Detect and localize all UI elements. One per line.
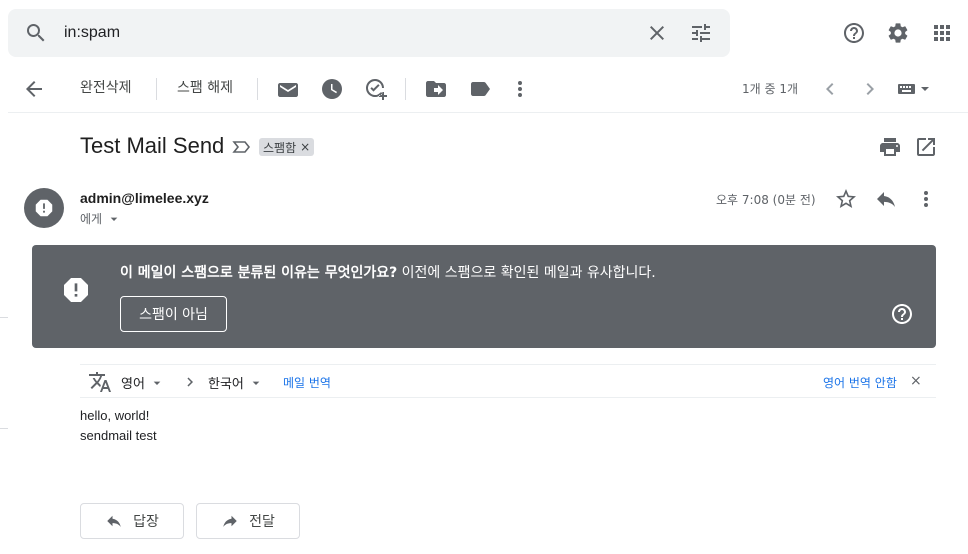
sender-email[interactable]: admin@limelee.xyz bbox=[80, 190, 209, 206]
dont-translate-link[interactable]: 영어 번역 안함 bbox=[823, 374, 897, 391]
spam-label-chip[interactable]: 스팸함 × bbox=[259, 138, 315, 156]
mark-unread-icon[interactable] bbox=[276, 77, 300, 101]
pagination-text: 1개 중 1개 bbox=[742, 82, 799, 96]
search-icon[interactable] bbox=[24, 21, 48, 45]
search-input[interactable] bbox=[64, 21, 624, 45]
snooze-clock-icon[interactable] bbox=[320, 77, 344, 101]
open-new-window-icon[interactable] bbox=[914, 135, 938, 159]
translate-icon bbox=[88, 370, 112, 394]
toolbar-divider bbox=[405, 78, 406, 100]
edge-divider bbox=[0, 428, 8, 429]
input-tools-keyboard-icon[interactable] bbox=[898, 77, 934, 101]
target-language: 한국어 bbox=[208, 377, 244, 392]
importance-marker-icon[interactable] bbox=[230, 135, 254, 159]
email-body-line: hello, world! bbox=[80, 408, 150, 423]
edge-divider bbox=[0, 317, 8, 318]
recipient-details[interactable]: 에게 bbox=[80, 210, 122, 227]
reply-icon bbox=[107, 515, 121, 527]
email-subject: Test Mail Send bbox=[80, 133, 225, 158]
remove-label-icon[interactable]: × bbox=[300, 140, 310, 154]
star-icon[interactable] bbox=[834, 187, 858, 211]
translation-bar: 영어 한국어 메일 번역 영어 번역 안함 × bbox=[80, 364, 936, 398]
reply-button[interactable]: 답장 bbox=[80, 503, 184, 539]
recipient-label: 에게 bbox=[80, 212, 103, 226]
toolbar-divider bbox=[156, 78, 157, 100]
source-language: 영어 bbox=[121, 377, 145, 392]
chevron-left-icon[interactable] bbox=[818, 77, 842, 101]
chevron-down-icon bbox=[252, 381, 260, 385]
chevron-right-icon[interactable] bbox=[858, 77, 882, 101]
chevron-down-icon[interactable] bbox=[106, 211, 122, 227]
email-body-line: sendmail test bbox=[80, 428, 157, 443]
forward-icon bbox=[223, 515, 237, 527]
chevron-right-icon bbox=[178, 370, 202, 394]
source-language-select[interactable]: 영어 bbox=[121, 373, 165, 392]
forward-button[interactable]: 전달 bbox=[196, 503, 300, 539]
spam-question: 이 메일이 스팸으로 분류된 이유는 무엇인가요? bbox=[120, 265, 398, 281]
apps-icon[interactable] bbox=[930, 21, 954, 45]
search-options-icon[interactable] bbox=[689, 21, 713, 45]
chevron-down-icon bbox=[153, 381, 161, 385]
move-to-icon[interactable] bbox=[424, 77, 448, 101]
sender-avatar bbox=[24, 188, 64, 228]
reply-icon[interactable] bbox=[874, 187, 898, 211]
not-spam-button[interactable]: 스팸이 아님 bbox=[120, 296, 227, 332]
translate-message-link[interactable]: 메일 번역 bbox=[283, 374, 331, 391]
spam-reason-text: 이 메일이 스팸으로 분류된 이유는 무엇인가요? 이전에 스팸으로 확인된 메… bbox=[120, 262, 656, 282]
email-time: 오후 7:08 (0분 전) bbox=[716, 193, 816, 207]
toolbar-divider bbox=[257, 78, 258, 100]
spam-warning-banner: 이 메일이 스팸으로 분류된 이유는 무엇인가요? 이전에 스팸으로 확인된 메… bbox=[32, 245, 936, 348]
target-language-select[interactable]: 한국어 bbox=[208, 373, 264, 392]
delete-forever-button[interactable]: 완전삭제 bbox=[80, 78, 132, 98]
spam-warning-icon bbox=[35, 199, 53, 217]
close-translation-icon[interactable]: × bbox=[910, 373, 922, 389]
help-icon[interactable] bbox=[842, 21, 866, 45]
not-spam-toolbar-button[interactable]: 스팸 해제 bbox=[177, 78, 233, 98]
spam-label-text: 스팸함 bbox=[263, 140, 297, 155]
clear-search-icon[interactable] bbox=[645, 21, 669, 45]
help-icon[interactable] bbox=[890, 302, 914, 326]
print-icon[interactable] bbox=[878, 135, 902, 159]
back-arrow-icon[interactable] bbox=[22, 77, 46, 101]
gear-icon[interactable] bbox=[886, 21, 910, 45]
add-to-tasks-icon[interactable] bbox=[364, 77, 388, 101]
reply-label: 답장 bbox=[133, 514, 159, 530]
forward-label: 전달 bbox=[249, 514, 275, 530]
spam-warning-icon bbox=[60, 274, 92, 306]
more-vert-icon[interactable] bbox=[508, 77, 532, 101]
more-vert-icon[interactable] bbox=[914, 187, 938, 211]
search-bar[interactable] bbox=[8, 9, 730, 57]
spam-reason: 이전에 스팸으로 확인된 메일과 유사합니다. bbox=[397, 265, 656, 281]
label-icon[interactable] bbox=[468, 77, 492, 101]
toolbar-divider-line bbox=[8, 112, 968, 113]
